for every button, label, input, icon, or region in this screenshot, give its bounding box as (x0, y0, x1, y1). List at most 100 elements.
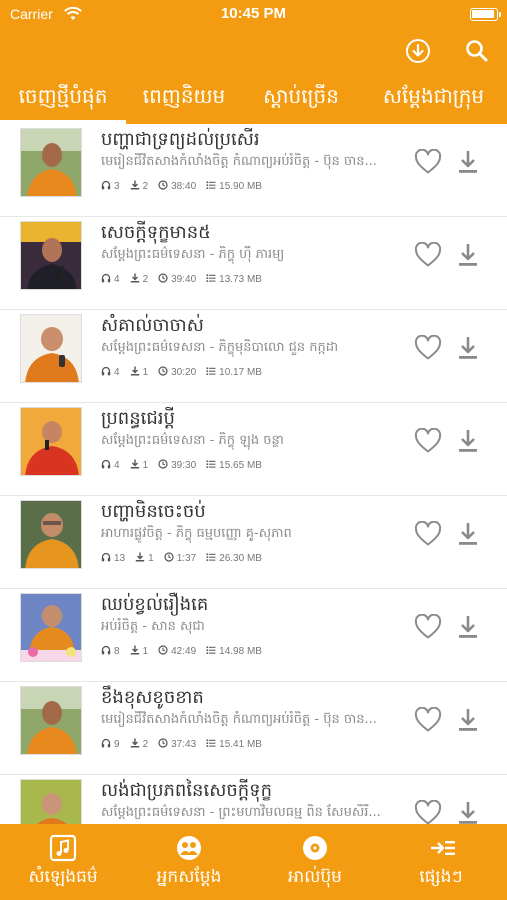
size-list-icon (206, 459, 216, 472)
download-count: 2 (142, 739, 149, 750)
listen-count: 9 (114, 739, 120, 750)
file-size: 10.17 MB (219, 367, 262, 378)
duration: 37:43 (171, 739, 197, 750)
clock-icon (158, 645, 168, 658)
download-circle-icon[interactable] (404, 37, 432, 65)
audio-list[interactable]: បញ្ហាជាទ្រព្យដល់ប្រសើរ មេរៀនជីវិតសាងកំលា… (0, 124, 507, 824)
list-item[interactable]: បញ្ហាជាទ្រព្យដល់ប្រសើរ មេរៀនជីវិតសាងកំលា… (0, 124, 507, 217)
heart-icon[interactable] (414, 706, 442, 733)
item-meta: 9 2 37:43 15.41 MB (101, 738, 272, 751)
listen-count: 4 (114, 460, 120, 471)
bottom-tab-bar: សំឡេងធម៌ អ្នកសម្តែង អាល់ប៊ុម ផ្សេងៗ (0, 824, 507, 900)
heart-icon[interactable] (414, 799, 442, 824)
duration: 39:30 (171, 460, 197, 471)
size-list-icon (206, 645, 216, 658)
file-size: 15.41 MB (219, 739, 262, 750)
item-title: បញ្ហាមិនចេះចប់ (101, 501, 206, 522)
duration: 30:20 (171, 367, 197, 378)
download-count-icon (130, 738, 140, 751)
listen-count: 4 (114, 274, 120, 285)
speaker-thumbnail (20, 593, 82, 662)
listen-count: 13 (114, 553, 126, 564)
tab-albums-label: អាល់ប៊ុម (288, 867, 342, 887)
tab-audio-label: សំឡេងធម៌ (28, 867, 98, 887)
download-count: 1 (148, 553, 154, 564)
download-count-icon (130, 459, 140, 472)
item-title: សេចក្តីទុក្ខមាន៥ (101, 222, 211, 243)
more-list-icon (429, 834, 457, 862)
size-list-icon (206, 366, 216, 379)
list-item[interactable]: សេចក្តីទុក្ខមាន៥ សម្តែងព្រះធម៌ទេសនា - ភិ… (0, 217, 507, 310)
item-meta: 8 1 42:49 14.98 MB (101, 645, 272, 658)
item-title: សំគាល់ចាចាស់ (101, 315, 204, 336)
app-header: Carrier 10:45 PM ចេញថ្មីបំផុត ពេញនិយម ស្… (0, 0, 507, 124)
file-size: 15.65 MB (219, 460, 262, 471)
download-icon[interactable] (456, 800, 480, 824)
download-count-icon (130, 273, 140, 286)
heart-icon[interactable] (414, 334, 442, 361)
item-meta: 3 2 38:40 15.90 MB (101, 180, 272, 193)
list-item[interactable]: ប្រពន្ធជេរប្តី សម្តែងព្រះធម៌ទេសនា - ភិក្… (0, 403, 507, 496)
heart-icon[interactable] (414, 241, 442, 268)
item-title: ប្រពន្ធជេរប្តី (101, 408, 175, 429)
item-subtitle: អាហារផ្លូវចិត្ត - ភិក្ខុ ធម្មបញ្ញោ គូ-សុ… (101, 526, 292, 541)
tab-audio[interactable]: សំឡេងធម៌ (0, 824, 126, 900)
duration: 1:37 (176, 553, 197, 564)
clock-icon (158, 738, 168, 751)
download-icon[interactable] (456, 707, 480, 733)
tab-performers-label: អ្នកសម្តែង (156, 867, 222, 887)
tab-more-label: ផ្សេងៗ (419, 867, 463, 887)
size-list-icon (206, 552, 216, 565)
list-item[interactable]: ខឹងខុសខូចខាត មេរៀនជីវិតសាងកំលាំងចិត្ត កំ… (0, 682, 507, 775)
size-list-icon (206, 273, 216, 286)
list-item[interactable]: បញ្ហាមិនចេះចប់ អាហារផ្លូវចិត្ត - ភិក្ខុ … (0, 496, 507, 589)
item-subtitle: សម្តែងព្រះធម៌ទេសនា - ព្រះមហាវិមលធម្ម ពិន… (101, 805, 381, 820)
tab-newest[interactable]: ចេញថ្មីបំផុត (0, 72, 126, 124)
clock-icon (158, 459, 168, 472)
heart-icon[interactable] (414, 148, 442, 175)
download-count: 1 (142, 460, 149, 471)
item-subtitle: មេរៀនជីវិតសាងកំលាំងចិត្ត កំណាព្យអប់រំចិត… (101, 712, 377, 727)
clock-icon (158, 273, 168, 286)
listen-count: 8 (114, 646, 120, 657)
item-subtitle: មេរៀនជីវិតសាងកំលាំងចិត្ត កំណាព្យអប់រំចិត… (101, 154, 377, 169)
item-subtitle: សម្តែងព្រះធម៌ទេសនា - ភិក្ខុ ហ៊ឺ ភារម្យ (101, 247, 285, 262)
tab-most-listened[interactable]: ស្តាប់ច្រើន (242, 72, 360, 124)
size-list-icon (206, 738, 216, 751)
item-meta: 4 2 39:40 13.73 MB (101, 273, 272, 286)
heart-icon[interactable] (414, 613, 442, 640)
tab-popular[interactable]: ពេញនិយម (126, 72, 242, 124)
category-tabs: ចេញថ្មីបំផុត ពេញនិយម ស្តាប់ច្រើន សម្តែងជ… (0, 72, 507, 124)
download-icon[interactable] (456, 149, 480, 175)
file-size: 26.30 MB (219, 553, 262, 564)
download-icon[interactable] (456, 428, 480, 454)
tab-group-performance[interactable]: សម្តែងជាក្រុម (360, 72, 507, 124)
album-disc-icon (301, 834, 329, 862)
list-item[interactable]: សំគាល់ចាចាស់ សម្តែងព្រះធម៌ទេសនា - ភិក្ខុ… (0, 310, 507, 403)
list-item[interactable]: ឈប់ខ្វល់រឿងគេ អប់រំចិត្ត - សាន សុជា 8 1 … (0, 589, 507, 682)
speaker-thumbnail (20, 500, 82, 569)
item-title: បញ្ហាជាទ្រព្យដល់ប្រសើរ (101, 129, 260, 150)
tab-more[interactable]: ផ្សេងៗ (378, 824, 507, 900)
download-count-icon (130, 180, 140, 193)
listen-count: 3 (114, 181, 120, 192)
list-item[interactable]: លង់ជាប្រភពនៃសេចក្តីទុក្ខ សម្តែងព្រះធម៌ទេ… (0, 775, 507, 824)
speaker-thumbnail (20, 221, 82, 290)
tab-performers[interactable]: អ្នកសម្តែង (126, 824, 252, 900)
download-count-icon (130, 366, 140, 379)
tab-albums[interactable]: អាល់ប៊ុម (252, 824, 378, 900)
search-icon[interactable] (463, 37, 491, 65)
heart-icon[interactable] (414, 427, 442, 454)
headphones-icon (101, 366, 111, 379)
download-icon[interactable] (456, 335, 480, 361)
clock-icon (158, 180, 168, 193)
download-count: 2 (142, 274, 149, 285)
download-icon[interactable] (456, 614, 480, 640)
download-count: 1 (142, 367, 149, 378)
speaker-thumbnail (20, 314, 82, 383)
download-icon[interactable] (456, 521, 480, 547)
download-icon[interactable] (456, 242, 480, 268)
file-size: 13.73 MB (219, 274, 262, 285)
heart-icon[interactable] (414, 520, 442, 547)
item-subtitle: សម្តែងព្រះធម៌ទេសនា - ភិក្ខុ ឡុង ចន្ថា (101, 433, 284, 448)
